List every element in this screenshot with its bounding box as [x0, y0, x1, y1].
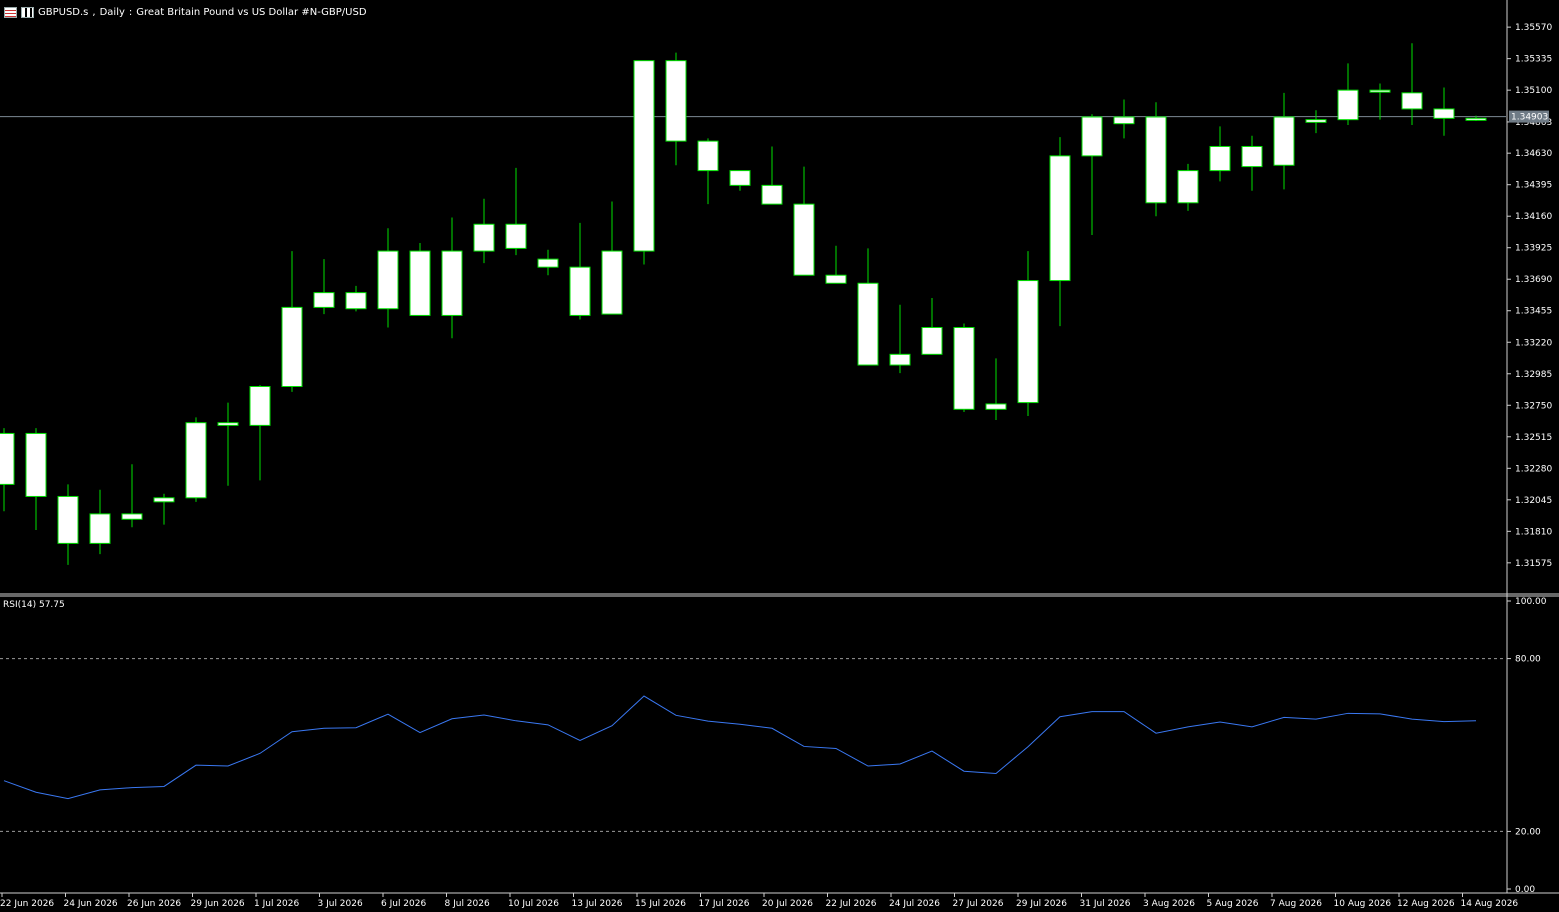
time-axis-label: 22 Jul 2026 — [826, 899, 877, 909]
candle-body[interactable] — [1113, 116, 1135, 125]
candle-body[interactable] — [345, 292, 367, 310]
time-axis-label: 10 Aug 2026 — [1334, 899, 1392, 909]
time-axis-label: 5 Aug 2026 — [1207, 899, 1259, 909]
time-axis-label: 24 Jun 2026 — [64, 899, 118, 909]
candle-body[interactable] — [953, 327, 975, 410]
candle-body[interactable] — [217, 422, 239, 426]
price-axis-label: 1.33690 — [1515, 275, 1552, 285]
time-axis-label: 10 Jul 2026 — [508, 899, 559, 909]
candle-body[interactable] — [537, 258, 559, 268]
time-axis-label: 14 Aug 2026 — [1461, 899, 1519, 909]
time-axis-label: 24 Jul 2026 — [889, 899, 940, 909]
time-axis-label: 1 Jul 2026 — [254, 899, 299, 909]
rsi-axis-label: 20.00 — [1515, 827, 1541, 837]
time-axis-label: 31 Jul 2026 — [1080, 899, 1131, 909]
time-axis-label: 15 Jul 2026 — [635, 899, 686, 909]
time-axis-label: 8 Jul 2026 — [445, 899, 490, 909]
time-axis-label: 7 Aug 2026 — [1270, 899, 1322, 909]
candle-body[interactable] — [473, 223, 495, 252]
candle-body[interactable] — [1017, 280, 1039, 404]
price-axis-label: 1.35335 — [1515, 55, 1552, 65]
candle-body[interactable] — [153, 497, 175, 503]
price-axis-label: 1.31810 — [1515, 527, 1552, 537]
price-axis-label: 1.34630 — [1515, 149, 1552, 159]
candle-body[interactable] — [761, 184, 783, 205]
candle-body[interactable] — [1177, 170, 1199, 204]
time-axis-label: 12 Aug 2026 — [1397, 899, 1455, 909]
rsi-axis-label: 100.00 — [1515, 597, 1547, 607]
candle-body[interactable] — [793, 203, 815, 276]
candle-body[interactable] — [633, 60, 655, 252]
candle-body[interactable] — [57, 495, 79, 544]
candle-body[interactable] — [1209, 145, 1231, 172]
candle-body[interactable] — [1401, 92, 1423, 110]
price-axis-label: 1.34160 — [1515, 212, 1552, 222]
time-axis-label: 29 Jun 2026 — [191, 899, 245, 909]
time-axis-label: 27 Jul 2026 — [953, 899, 1004, 909]
candle-body[interactable] — [377, 250, 399, 310]
candle-body[interactable] — [729, 170, 751, 186]
price-axis-label: 1.34395 — [1515, 181, 1552, 191]
price-axis-label: 1.33925 — [1515, 244, 1552, 254]
price-axis-label: 1.35570 — [1515, 23, 1552, 33]
candle-body[interactable] — [985, 403, 1007, 410]
time-axis-label: 26 Jun 2026 — [127, 899, 181, 909]
price-axis-label: 1.35100 — [1515, 86, 1552, 96]
candle-body[interactable] — [825, 274, 847, 284]
candle-body[interactable] — [409, 250, 431, 316]
candle-body[interactable] — [1081, 116, 1103, 157]
price-axis-label: 1.32515 — [1515, 433, 1552, 443]
time-axis-label: 22 Jun 2026 — [0, 899, 54, 909]
time-axis-label: 29 Jul 2026 — [1016, 899, 1067, 909]
candle-body[interactable] — [1273, 116, 1295, 166]
rsi-line — [3, 695, 1477, 800]
price-axis-label: 1.32045 — [1515, 496, 1552, 506]
candle-body[interactable] — [249, 386, 271, 426]
candle-body[interactable] — [601, 250, 623, 315]
price-axis-label: 1.33455 — [1515, 307, 1552, 317]
time-axis-label: 13 Jul 2026 — [572, 899, 623, 909]
candle-body[interactable] — [1049, 155, 1071, 282]
price-axis-label: 1.32985 — [1515, 370, 1552, 380]
candle-body[interactable] — [665, 60, 687, 142]
candle-body[interactable] — [889, 353, 911, 366]
candle-body[interactable] — [1369, 89, 1391, 93]
price-axis-label: 1.32750 — [1515, 401, 1552, 411]
candle-body[interactable] — [185, 422, 207, 499]
candle-body[interactable] — [505, 223, 527, 249]
time-axis-label: 3 Aug 2026 — [1143, 899, 1195, 909]
time-axis-label: 17 Jul 2026 — [699, 899, 750, 909]
rsi-axis-label: 0.00 — [1515, 885, 1535, 895]
candle-body[interactable] — [569, 266, 591, 316]
time-axis-label: 6 Jul 2026 — [381, 899, 426, 909]
candle-body[interactable] — [1337, 89, 1359, 121]
price-chart[interactable]: 1.355701.353351.351001.348631.346301.343… — [0, 0, 1559, 912]
candle-body[interactable] — [697, 140, 719, 172]
candle-body[interactable] — [441, 250, 463, 316]
price-axis-label: 1.33220 — [1515, 338, 1552, 348]
candle-body[interactable] — [921, 327, 943, 355]
candle-body[interactable] — [1465, 117, 1487, 121]
time-axis-label: 3 Jul 2026 — [318, 899, 363, 909]
candle-body[interactable] — [1241, 145, 1263, 168]
bid-price-label: 1.34903 — [1511, 113, 1548, 123]
price-axis-label: 1.32280 — [1515, 464, 1552, 474]
candle-body[interactable] — [25, 432, 47, 497]
candle-body[interactable] — [1433, 108, 1455, 119]
candle-body[interactable] — [89, 513, 111, 544]
candle-body[interactable] — [0, 432, 15, 485]
rsi-axis-label: 80.00 — [1515, 655, 1541, 665]
candle-body[interactable] — [1305, 119, 1327, 123]
price-axis-label: 1.31575 — [1515, 559, 1552, 569]
time-axis-label: 20 Jul 2026 — [762, 899, 813, 909]
candle-body[interactable] — [121, 513, 143, 520]
candle-body[interactable] — [857, 282, 879, 366]
candle-body[interactable] — [1145, 116, 1167, 204]
candle-body[interactable] — [281, 306, 303, 387]
candle-body[interactable] — [313, 292, 335, 308]
